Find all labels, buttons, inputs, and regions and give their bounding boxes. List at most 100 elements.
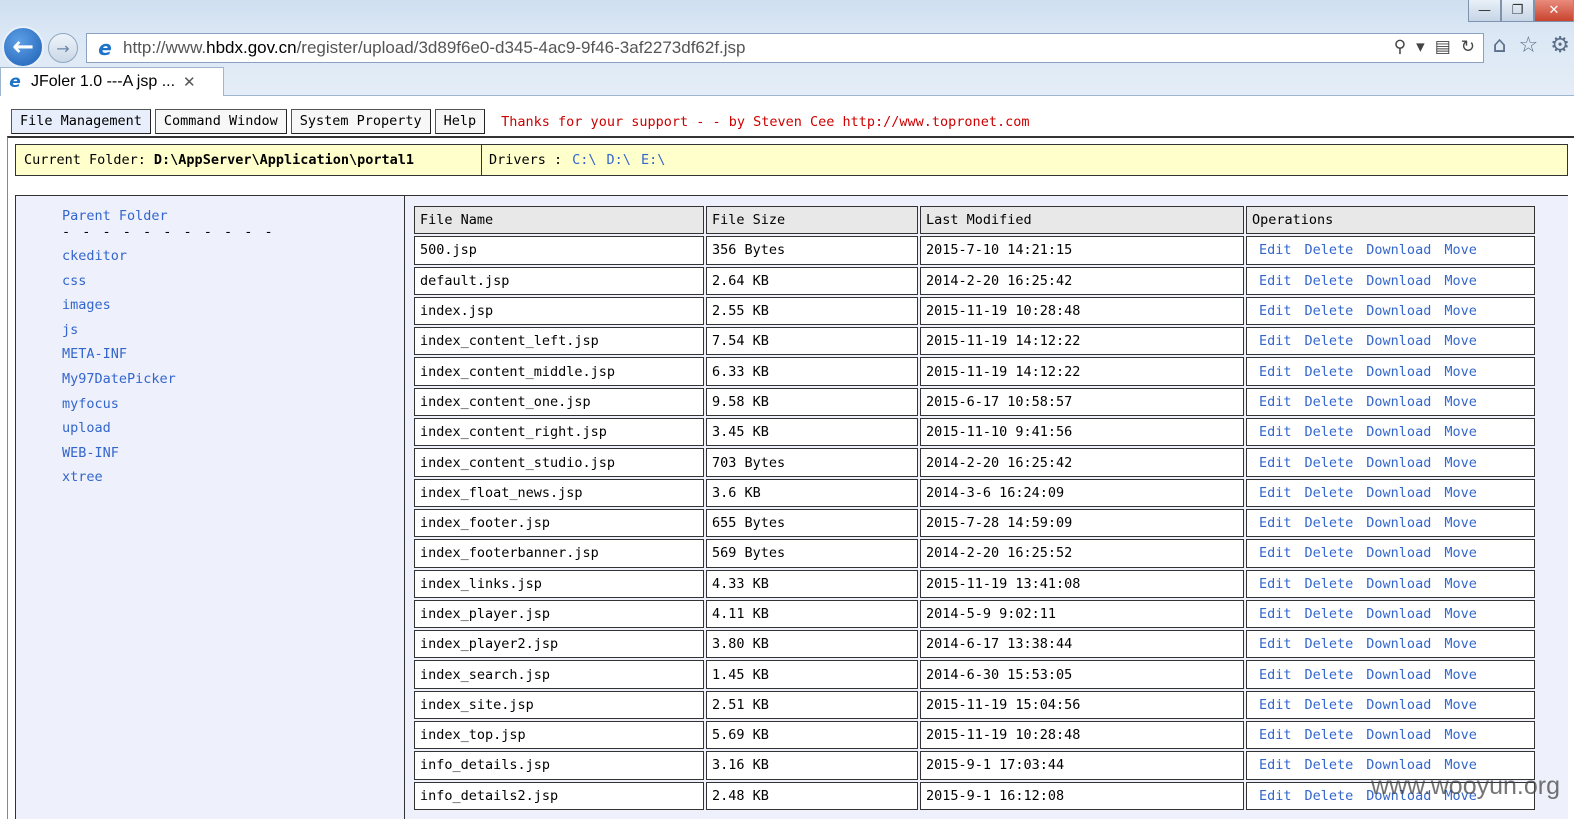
download-link[interactable]: Download — [1366, 697, 1431, 713]
move-link[interactable]: Move — [1444, 636, 1477, 652]
folder-link[interactable]: js — [62, 322, 176, 347]
move-link[interactable]: Move — [1444, 242, 1477, 258]
file-management-button[interactable]: File Management — [11, 109, 151, 134]
parent-folder-link[interactable]: Parent Folder — [62, 208, 168, 224]
edit-link[interactable]: Edit — [1259, 636, 1292, 652]
edit-link[interactable]: Edit — [1259, 424, 1292, 440]
edit-link[interactable]: Edit — [1259, 757, 1292, 773]
command-window-button[interactable]: Command Window — [154, 109, 287, 134]
move-link[interactable]: Move — [1444, 333, 1477, 349]
edit-link[interactable]: Edit — [1259, 303, 1292, 319]
delete-link[interactable]: Delete — [1305, 636, 1354, 652]
edit-link[interactable]: Edit — [1259, 242, 1292, 258]
delete-link[interactable]: Delete — [1305, 697, 1354, 713]
download-link[interactable]: Download — [1366, 667, 1431, 683]
edit-link[interactable]: Edit — [1259, 697, 1292, 713]
drive-e-link[interactable]: E:\ — [641, 152, 665, 168]
delete-link[interactable]: Delete — [1305, 515, 1354, 531]
download-link[interactable]: Download — [1366, 576, 1431, 592]
move-link[interactable]: Move — [1444, 727, 1477, 743]
delete-link[interactable]: Delete — [1305, 606, 1354, 622]
settings-icon[interactable]: ⚙ — [1550, 33, 1570, 58]
refresh-icon[interactable]: ↻ — [1461, 37, 1475, 57]
download-link[interactable]: Download — [1366, 636, 1431, 652]
move-link[interactable]: Move — [1444, 364, 1477, 380]
edit-link[interactable]: Edit — [1259, 394, 1292, 410]
tab-close-icon[interactable]: ✕ — [183, 73, 196, 91]
download-link[interactable]: Download — [1366, 394, 1431, 410]
delete-link[interactable]: Delete — [1305, 757, 1354, 773]
folder-link[interactable]: images — [62, 297, 176, 322]
edit-link[interactable]: Edit — [1259, 485, 1292, 501]
delete-link[interactable]: Delete — [1305, 667, 1354, 683]
folder-link[interactable]: My97DatePicker — [62, 371, 176, 396]
download-link[interactable]: Download — [1366, 727, 1431, 743]
folder-link[interactable]: upload — [62, 420, 176, 445]
folder-link[interactable]: css — [62, 273, 176, 298]
delete-link[interactable]: Delete — [1305, 576, 1354, 592]
move-link[interactable]: Move — [1444, 273, 1477, 289]
edit-link[interactable]: Edit — [1259, 667, 1292, 683]
drive-d-link[interactable]: D:\ — [607, 152, 631, 168]
back-button[interactable]: ← — [2, 26, 44, 68]
move-link[interactable]: Move — [1444, 515, 1477, 531]
minimize-button[interactable]: — — [1468, 0, 1501, 22]
edit-link[interactable]: Edit — [1259, 515, 1292, 531]
delete-link[interactable]: Delete — [1305, 424, 1354, 440]
drive-c-link[interactable]: C:\ — [572, 152, 596, 168]
address-bar[interactable]: e http://www.hbdx.gov.cn/register/upload… — [86, 33, 1484, 63]
download-link[interactable]: Download — [1366, 333, 1431, 349]
move-link[interactable]: Move — [1444, 485, 1477, 501]
edit-link[interactable]: Edit — [1259, 788, 1292, 804]
system-property-button[interactable]: System Property — [290, 109, 431, 134]
favorites-icon[interactable]: ☆ — [1519, 33, 1539, 58]
search-icon[interactable]: ⚲ — [1394, 37, 1406, 57]
folder-link[interactable]: xtree — [62, 469, 176, 494]
edit-link[interactable]: Edit — [1259, 333, 1292, 349]
delete-link[interactable]: Delete — [1305, 455, 1354, 471]
edit-link[interactable]: Edit — [1259, 545, 1292, 561]
download-link[interactable]: Download — [1366, 273, 1431, 289]
move-link[interactable]: Move — [1444, 394, 1477, 410]
delete-link[interactable]: Delete — [1305, 333, 1354, 349]
restore-button[interactable]: ❐ — [1501, 0, 1534, 22]
delete-link[interactable]: Delete — [1305, 485, 1354, 501]
download-link[interactable]: Download — [1366, 545, 1431, 561]
delete-link[interactable]: Delete — [1305, 242, 1354, 258]
browser-tab[interactable]: e JFoler 1.0 ---A jsp ... ✕ — [0, 67, 224, 96]
download-link[interactable]: Download — [1366, 424, 1431, 440]
help-button[interactable]: Help — [434, 109, 486, 134]
download-link[interactable]: Download — [1366, 364, 1431, 380]
home-icon[interactable]: ⌂ — [1493, 33, 1507, 58]
delete-link[interactable]: Delete — [1305, 545, 1354, 561]
download-link[interactable]: Download — [1366, 455, 1431, 471]
download-link[interactable]: Download — [1366, 606, 1431, 622]
compat-icon[interactable]: ▤ — [1435, 37, 1451, 57]
move-link[interactable]: Move — [1444, 424, 1477, 440]
edit-link[interactable]: Edit — [1259, 606, 1292, 622]
close-window-button[interactable]: ✕ — [1534, 0, 1574, 22]
dropdown-icon[interactable]: ▾ — [1416, 37, 1425, 57]
move-link[interactable]: Move — [1444, 697, 1477, 713]
folder-link[interactable]: myfocus — [62, 396, 176, 421]
delete-link[interactable]: Delete — [1305, 303, 1354, 319]
move-link[interactable]: Move — [1444, 455, 1477, 471]
edit-link[interactable]: Edit — [1259, 576, 1292, 592]
download-link[interactable]: Download — [1366, 303, 1431, 319]
folder-link[interactable]: WEB-INF — [62, 445, 176, 470]
delete-link[interactable]: Delete — [1305, 727, 1354, 743]
folder-link[interactable]: ckeditor — [62, 248, 176, 273]
download-link[interactable]: Download — [1366, 485, 1431, 501]
download-link[interactable]: Download — [1366, 515, 1431, 531]
delete-link[interactable]: Delete — [1305, 394, 1354, 410]
download-link[interactable]: Download — [1366, 242, 1431, 258]
move-link[interactable]: Move — [1444, 606, 1477, 622]
edit-link[interactable]: Edit — [1259, 727, 1292, 743]
url-text[interactable]: http://www.hbdx.gov.cn/register/upload/3… — [123, 38, 746, 58]
delete-link[interactable]: Delete — [1305, 273, 1354, 289]
move-link[interactable]: Move — [1444, 303, 1477, 319]
edit-link[interactable]: Edit — [1259, 273, 1292, 289]
delete-link[interactable]: Delete — [1305, 364, 1354, 380]
edit-link[interactable]: Edit — [1259, 364, 1292, 380]
move-link[interactable]: Move — [1444, 545, 1477, 561]
